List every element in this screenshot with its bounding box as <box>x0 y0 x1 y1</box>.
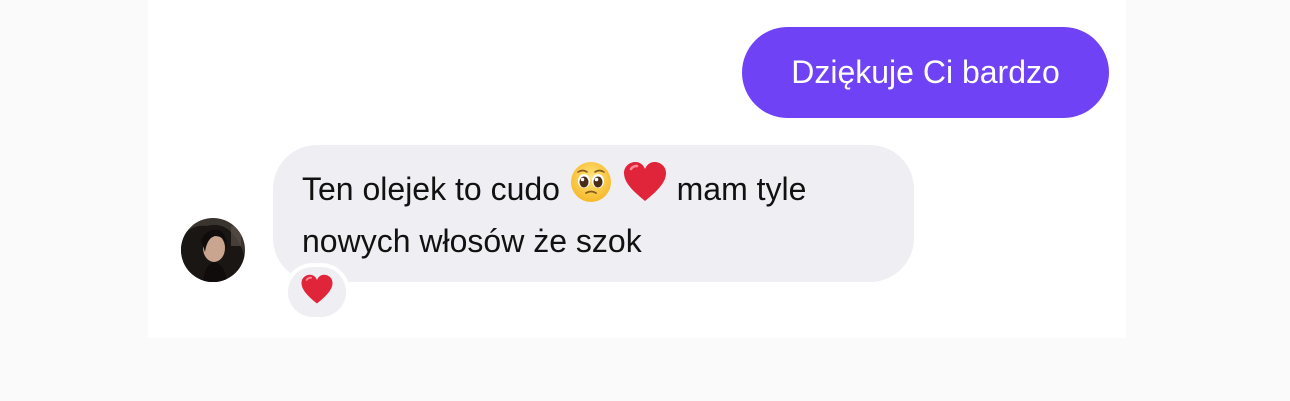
heart-reaction-badge[interactable] <box>284 263 350 321</box>
received-message-text-line1-end: mam tyle <box>676 171 807 207</box>
received-message-text-line2: nowych włosów że szok <box>302 223 642 260</box>
sent-message-bubble[interactable]: Dziękuje Ci bardzo <box>742 27 1109 118</box>
pleading-face-icon <box>569 160 613 217</box>
sender-avatar[interactable] <box>181 218 245 282</box>
red-heart-icon <box>300 274 334 310</box>
received-message-bubble[interactable]: Ten olejek to cudo mam tyle nowych włosó… <box>273 145 914 282</box>
received-message-text-line1-start: Ten olejek to cudo <box>302 171 560 207</box>
sent-message-text: Dziękuje Ci bardzo <box>791 54 1060 90</box>
red-heart-icon <box>622 161 668 216</box>
